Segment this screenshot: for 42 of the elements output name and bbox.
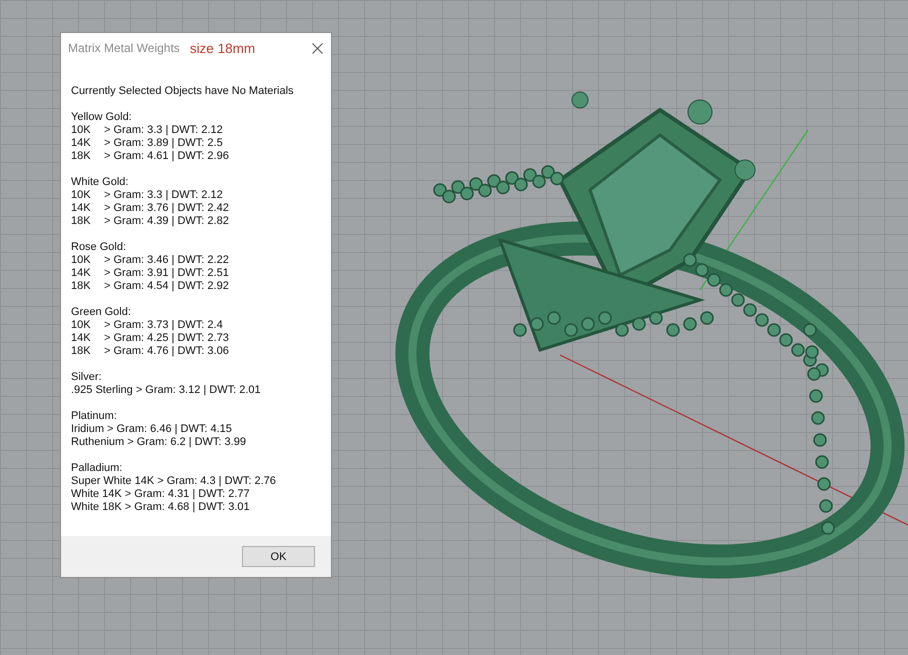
karat-label: 18K xyxy=(71,215,92,228)
metal-heading: Palladium: xyxy=(71,462,124,475)
weight-value: > Gram: 3.46 | DWT: 2.22 xyxy=(104,254,229,267)
weight-line: Iridium > Gram: 6.46 | DWT: 4.15 xyxy=(71,423,233,436)
karat-label: 18K xyxy=(71,345,92,358)
weight-value: > Gram: 4.76 | DWT: 3.06 xyxy=(104,345,229,358)
dialog-title: Matrix Metal Weights xyxy=(68,41,180,55)
karat-label: 14K xyxy=(71,202,92,215)
weight-line: Ruthenium > Gram: 6.2 | DWT: 3.99 xyxy=(71,436,247,449)
weight-value: > Gram: 3.91 | DWT: 2.51 xyxy=(104,267,229,280)
karat-label: 18K xyxy=(71,280,92,293)
weight-value: > Gram: 4.54 | DWT: 2.92 xyxy=(104,280,229,293)
metal-heading: White Gold: xyxy=(71,176,130,189)
weight-value: > Gram: 3.3 | DWT: 2.12 xyxy=(104,124,223,137)
metal-heading: Platinum: xyxy=(71,410,118,423)
karat-label: 14K xyxy=(71,267,92,280)
karat-label: 18K xyxy=(71,150,92,163)
weight-value: > Gram: 3.76 | DWT: 2.42 xyxy=(104,202,229,215)
metal-heading: Green Gold: xyxy=(71,306,132,319)
karat-label: 10K xyxy=(71,189,92,202)
karat-label: 14K xyxy=(71,137,92,150)
weight-value: > Gram: 3.3 | DWT: 2.12 xyxy=(104,189,223,202)
weight-value: > Gram: 4.25 | DWT: 2.73 xyxy=(104,332,229,345)
weight-value: > Gram: 4.39 | DWT: 2.82 xyxy=(104,215,229,228)
metal-heading: Rose Gold: xyxy=(71,241,128,254)
weight-value: > Gram: 4.61 | DWT: 2.96 xyxy=(104,150,229,163)
weight-line: White 18K > Gram: 4.68 | DWT: 3.01 xyxy=(71,501,251,514)
karat-label: 10K xyxy=(71,254,92,267)
karat-label: 10K xyxy=(71,319,92,332)
status-message: Currently Selected Objects have No Materials xyxy=(71,85,295,98)
metal-heading: Yellow Gold: xyxy=(71,111,133,124)
metal-heading: Silver: xyxy=(71,371,103,384)
weight-value: > Gram: 3.89 | DWT: 2.5 xyxy=(104,137,223,150)
weight-line: White 14K > Gram: 4.31 | DWT: 2.77 xyxy=(71,488,251,501)
size-annotation: size 18mm xyxy=(190,40,256,56)
weight-value: > Gram: 3.73 | DWT: 2.4 xyxy=(104,319,223,332)
karat-label: 10K xyxy=(71,124,92,137)
ok-button[interactable]: OK xyxy=(242,546,315,567)
close-icon[interactable] xyxy=(312,42,323,54)
weight-line: Super White 14K > Gram: 4.3 | DWT: 2.76 xyxy=(71,475,277,488)
weight-line: .925 Sterling > Gram: 3.12 | DWT: 2.01 xyxy=(71,384,262,397)
karat-label: 14K xyxy=(71,332,92,345)
